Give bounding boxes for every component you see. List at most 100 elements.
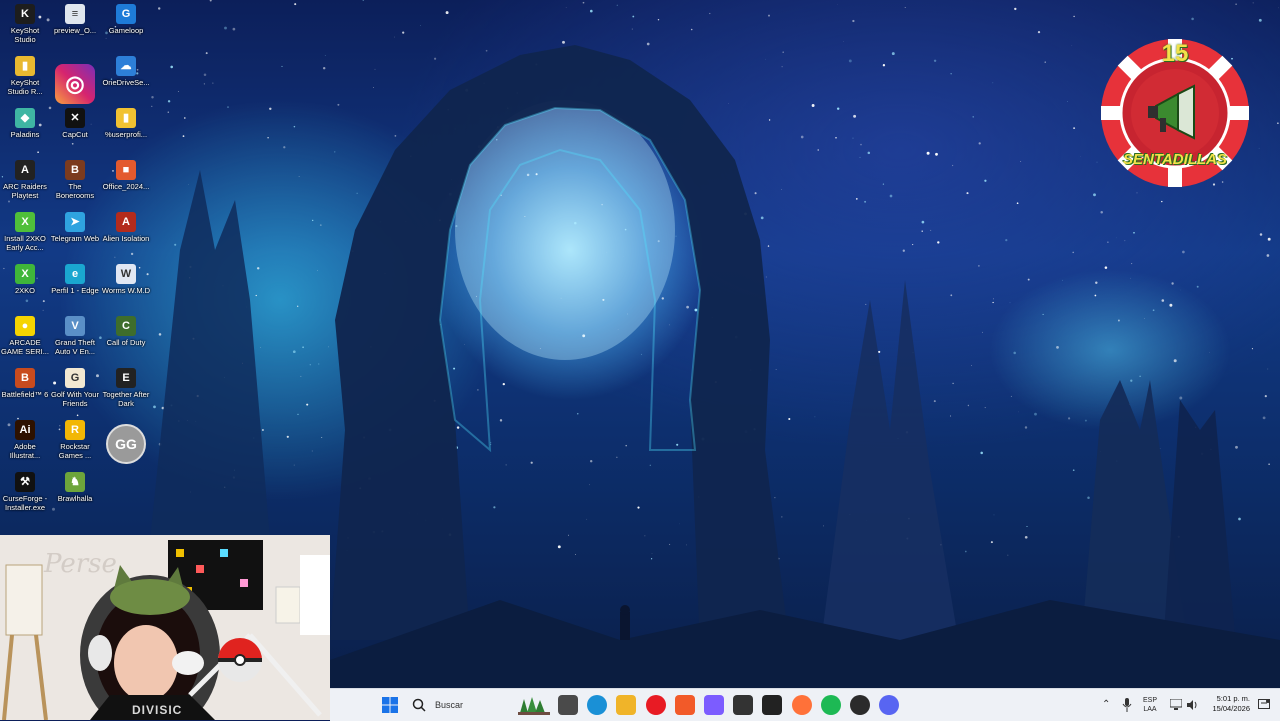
- desktop-icon[interactable]: AiAdobe Illustrat...: [0, 416, 50, 468]
- desktop-icon-label: The Bonerooms: [50, 182, 100, 200]
- epic-games-icon: E: [116, 368, 136, 388]
- telegram-icon: ➤: [65, 212, 85, 232]
- desktop-icon-label: OneDriveSe...: [101, 78, 151, 87]
- system-tray: ⌃ ESP LAA: [1098, 689, 1198, 721]
- desktop-icon-label: KeyShot Studio: [0, 26, 50, 44]
- desktop-icon[interactable]: GGolf With Your Friends: [50, 364, 100, 416]
- desktop-icon-label: Rockstar Games ...: [50, 442, 100, 460]
- microphone-icon[interactable]: [1122, 698, 1132, 712]
- paladins-icon: ◆: [15, 108, 35, 128]
- taskbar-app-discord-icon[interactable]: [879, 695, 899, 715]
- desktop-icon-label: ARC Raiders Playtest: [0, 182, 50, 200]
- clock-time: 5:01 p. m.: [1200, 694, 1250, 704]
- folder-icon: ▮: [116, 108, 136, 128]
- desktop-icon[interactable]: ◆Paladins: [0, 104, 50, 156]
- taskbar-app-brave-icon[interactable]: [675, 695, 695, 715]
- taskbar-app-firefox-icon[interactable]: [792, 695, 812, 715]
- 2xko-icon: X: [15, 264, 35, 284]
- desktop-icon[interactable]: ⚒ CurseForge - Installer.exe: [0, 468, 50, 520]
- battlefield-icon: B: [15, 368, 35, 388]
- desktop-icon-label: Together After Dark: [101, 390, 151, 408]
- onedrive-icon: ☁: [116, 56, 136, 76]
- desktop-icon[interactable]: R Rockstar Games ...: [50, 416, 100, 468]
- document-icon: ≡: [65, 4, 85, 24]
- desktop-icon[interactable]: KKeyShot Studio: [0, 0, 50, 52]
- worms-icon: W: [116, 264, 136, 284]
- desktop-icon[interactable]: E Together After Dark: [101, 364, 151, 416]
- taskbar-app-edge-icon[interactable]: [587, 695, 607, 715]
- desktop-icon[interactable]: ▮%userprofi...: [101, 104, 151, 156]
- taskbar-app-epic-games-icon[interactable]: [762, 695, 782, 715]
- desktop-icon[interactable]: GGameloop: [101, 0, 151, 52]
- desktop-icon[interactable]: X2XKO: [0, 260, 50, 312]
- desktop-icon-label: ARCADE GAME SERI...: [0, 338, 50, 356]
- taskbar-search-box[interactable]: Buscar: [406, 693, 516, 717]
- desktop-icon-label: Battlefield™ 6: [0, 390, 50, 399]
- desktop-icon-label: KeyShot Studio R...: [0, 78, 50, 96]
- capcut-icon: ✕: [65, 108, 85, 128]
- taskbar-app-unity-icon[interactable]: [733, 695, 753, 715]
- desktop-icon[interactable]: A ARC Raiders Playtest: [0, 156, 50, 208]
- desktop-icon-label: Grand Theft Auto V En...: [50, 338, 100, 356]
- curseforge-icon: ⚒: [15, 472, 35, 492]
- pacman-icon: ●: [15, 316, 35, 336]
- volume-icon[interactable]: [1186, 699, 1198, 711]
- start-button[interactable]: [382, 697, 398, 713]
- 2xko-installer-icon: X: [15, 212, 35, 232]
- taskbar-clock[interactable]: 5:01 p. m. 15/04/2026: [1200, 694, 1250, 714]
- desktop-icon-label: CurseForge - Installer.exe: [0, 494, 50, 512]
- taskbar: Buscar ⌃ ESP LAA 5:01 p. m. 15/04/2026: [330, 688, 1280, 721]
- rockstar-icon: R: [65, 420, 85, 440]
- golf-icon: G: [65, 368, 85, 388]
- language-code: ESP: [1138, 696, 1162, 705]
- taskbar-app-davinci-icon[interactable]: [850, 695, 870, 715]
- language-indicator[interactable]: ESP LAA: [1138, 696, 1162, 714]
- desktop-icon[interactable]: ✕CapCut: [50, 104, 100, 156]
- desktop-icon[interactable]: B Battlefield™ 6: [0, 364, 50, 416]
- webcam-overlay: Perse DIVISIC: [0, 535, 330, 720]
- taskbar-app-opera-icon[interactable]: [646, 695, 666, 715]
- desktop-icon-label: Brawlhalla: [50, 494, 100, 503]
- windows-logo-icon: [382, 697, 398, 713]
- desktop-icon[interactable]: ▮KeyShot Studio R...: [0, 52, 50, 104]
- search-icon: [412, 698, 426, 712]
- taskbar-app-spotify-icon[interactable]: [821, 695, 841, 715]
- desktop-icon-label: Telegram Web: [50, 234, 100, 243]
- desktop-icon[interactable]: BThe Bonerooms: [50, 156, 100, 208]
- desktop-icon[interactable]: ● ARCADE GAME SERI...: [0, 312, 50, 364]
- desktop-icon[interactable]: ePerfil 1 - Edge: [50, 260, 100, 312]
- taskbar-app-task-view-icon[interactable]: [558, 695, 578, 715]
- desktop-icon[interactable]: ➤ Telegram Web: [50, 208, 100, 260]
- clock-date: 15/04/2026: [1200, 704, 1250, 714]
- call-of-duty-icon: C: [116, 316, 136, 336]
- desktop-icon[interactable]: C Call of Duty: [101, 312, 151, 364]
- webcam-wall-text: Perse: [44, 549, 117, 579]
- desktop-icon-grid: KKeyShot Studio≡preview_O...GGameloop▮Ke…: [0, 0, 155, 535]
- taskbar-app-file-explorer-icon[interactable]: [616, 695, 636, 715]
- arc-raiders-icon: A: [15, 160, 35, 180]
- network-icon[interactable]: [1170, 699, 1182, 711]
- desktop-icon[interactable]: ◎: [50, 52, 100, 104]
- desktop-icon[interactable]: AAlien Isolation: [101, 208, 151, 260]
- desktop-icon[interactable]: GG: [101, 416, 151, 468]
- instagram-icon: ◎: [55, 64, 95, 104]
- notifications-icon[interactable]: [1258, 699, 1270, 711]
- desktop-icon-label: Alien Isolation: [101, 234, 151, 243]
- desktop-icon-label: Call of Duty: [101, 338, 151, 347]
- desktop-icon[interactable]: WWorms W.M.D: [101, 260, 151, 312]
- search-highlight-icon: [518, 695, 550, 715]
- desktop-icon[interactable]: ■ Office_2024...: [101, 156, 151, 208]
- gta-icon: V: [65, 316, 85, 336]
- taskbar-app-copilot-icon[interactable]: [704, 695, 724, 715]
- keyboard-layout: LAA: [1138, 705, 1162, 714]
- desktop-icon-label: Gameloop: [101, 26, 151, 35]
- tray-overflow-chevron-icon[interactable]: ⌃: [1102, 699, 1110, 710]
- desktop-icon[interactable]: V Grand Theft Auto V En...: [50, 312, 100, 364]
- desktop-icon-label: Office_2024...: [101, 182, 151, 191]
- desktop-icon[interactable]: ♞Brawlhalla: [50, 468, 100, 520]
- desktop-icon[interactable]: ≡preview_O...: [50, 0, 100, 52]
- desktop-icon[interactable]: XInstall 2XKO Early Acc...: [0, 208, 50, 260]
- desktop-icon-label: Adobe Illustrat...: [0, 442, 50, 460]
- desktop-icon[interactable]: ☁ OneDriveSe...: [101, 52, 151, 104]
- office-icon: ■: [116, 160, 136, 180]
